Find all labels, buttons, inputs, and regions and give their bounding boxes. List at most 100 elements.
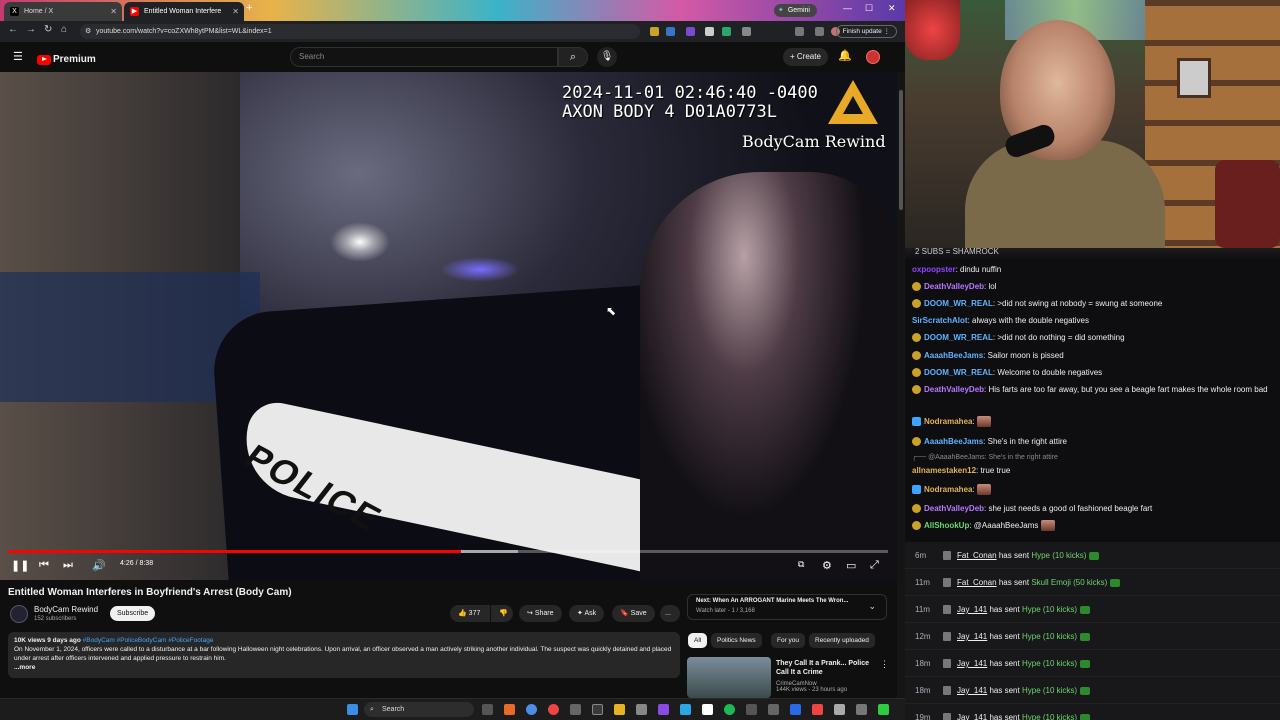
app-icon[interactable] [812, 704, 823, 715]
chat-username[interactable]: allnamestaken12 [912, 466, 976, 475]
chip-politics-news[interactable]: Politics News [711, 633, 762, 648]
pause-icon[interactable]: ❚❚ [11, 559, 29, 572]
create-button[interactable]: + Create [783, 48, 828, 66]
app-icon[interactable] [570, 704, 581, 715]
search-button[interactable]: ⌕ [558, 47, 588, 67]
channel-name[interactable]: BodyCam Rewind [34, 605, 98, 614]
ask-button[interactable]: ✦ Ask [569, 605, 605, 622]
search-input[interactable]: Search [290, 47, 558, 67]
forward-icon[interactable]: → [26, 24, 36, 35]
description-box[interactable]: 10K views 9 days ago #BodyCam #PoliceBod… [8, 632, 680, 678]
event-user[interactable]: Jay_141 [957, 605, 987, 614]
chat-username[interactable]: DeathValleyDeb [924, 504, 984, 513]
app-icon[interactable] [504, 704, 515, 715]
app-icon[interactable] [592, 704, 603, 715]
spotify-icon[interactable] [724, 704, 735, 715]
tab-x[interactable]: X Home / X ✕ [4, 2, 122, 21]
chat-username[interactable]: AllShookUp [924, 521, 969, 530]
app-icon[interactable] [856, 704, 867, 715]
recommended-thumbnail[interactable] [687, 657, 771, 698]
app-icon[interactable] [636, 704, 647, 715]
sidebar-icon[interactable] [815, 27, 824, 36]
volume-icon[interactable]: 🔊 [92, 559, 106, 572]
gemini-button[interactable]: ✦ Gemini [773, 4, 817, 17]
chip-all[interactable]: All [688, 633, 708, 648]
more-actions-button[interactable]: ... [660, 605, 680, 622]
like-button[interactable]: 👍 377 [450, 605, 490, 622]
extension-icon[interactable] [686, 27, 695, 36]
site-info-icon[interactable]: ⚙ [85, 24, 91, 39]
minimize-button[interactable]: — [843, 3, 852, 13]
close-icon[interactable]: ✕ [232, 2, 239, 21]
back-icon[interactable]: ← [8, 24, 18, 35]
subscribe-button[interactable]: Subscribe [110, 606, 156, 621]
progress-bar[interactable] [8, 550, 888, 553]
app-icon[interactable] [702, 704, 713, 715]
event-user[interactable]: Jay_141 [957, 659, 987, 668]
app-icon[interactable] [834, 704, 845, 715]
account-avatar[interactable] [866, 50, 880, 64]
miniplayer-icon[interactable]: ▭ [846, 559, 856, 572]
notifications-bell-icon[interactable]: 🔔 [838, 49, 852, 62]
extension-icon[interactable] [722, 27, 731, 36]
fullscreen-icon[interactable]: ⤢ [870, 559, 879, 572]
new-tab-button[interactable]: + [246, 2, 252, 14]
chat-username[interactable]: DeathValleyDeb [924, 385, 984, 394]
app-icon[interactable] [658, 704, 669, 715]
extension-icon[interactable] [705, 27, 714, 36]
chat-username[interactable]: Nodramahea [924, 485, 972, 494]
captions-icon[interactable]: ⧉ [798, 559, 804, 570]
chevron-down-icon[interactable]: ⌄ [868, 601, 876, 612]
taskbar-search[interactable]: ⌕ Search [364, 702, 474, 717]
next-icon[interactable]: ⏭ [63, 559, 73, 572]
menu-icon[interactable]: ☰ [13, 50, 23, 63]
home-icon[interactable]: ⌂ [61, 24, 67, 35]
chrome-icon[interactable] [526, 704, 537, 715]
app-icon[interactable] [680, 704, 691, 715]
scrollbar-thumb[interactable] [899, 90, 903, 210]
show-more-link[interactable]: ...more [14, 663, 674, 672]
file-explorer-icon[interactable] [614, 704, 625, 715]
finish-update-button[interactable]: Finish update ⋮ [835, 25, 897, 38]
chip-for-you[interactable]: For you [771, 633, 806, 648]
extension-icon[interactable] [666, 27, 675, 36]
app-icon[interactable] [790, 704, 801, 715]
save-button[interactable]: 🔖 Save [612, 605, 655, 622]
chat-username[interactable]: DOOM_WR_REAL [924, 299, 993, 308]
chat-username[interactable]: AaaahBeeJams [924, 437, 983, 446]
event-user[interactable]: Jay_141 [957, 632, 987, 641]
settings-gear-icon[interactable]: ⚙ [822, 559, 832, 572]
event-user[interactable]: Jay_141 [957, 713, 987, 720]
event-user[interactable]: Jay_141 [957, 686, 987, 695]
channel-avatar[interactable] [10, 605, 28, 623]
url-field[interactable]: ⚙ youtube.com/watch?v=coZXWh8ytPM&list=W… [80, 24, 640, 39]
youtube-logo[interactable]: Premium [37, 51, 96, 65]
more-vert-icon[interactable]: ⋮ [880, 659, 889, 670]
chat-username[interactable]: Nodramahea [924, 417, 972, 426]
dislike-button[interactable]: 👎 [491, 605, 513, 622]
reload-icon[interactable]: ↻ [44, 24, 52, 35]
hashtags[interactable]: #BodyCam #PoliceBodyCam #PoliceFootage [83, 637, 214, 644]
chat-username[interactable]: DOOM_WR_REAL [924, 333, 993, 342]
chat-username[interactable]: SirScratchAlot [912, 316, 968, 325]
app-icon[interactable] [548, 704, 559, 715]
close-icon[interactable]: ✕ [110, 2, 117, 21]
windows-start-icon[interactable] [347, 704, 358, 715]
tab-youtube[interactable]: ▶ Entitled Woman Interfere ✕ [124, 2, 244, 21]
chip-recently-uploaded[interactable]: Recently uploaded [809, 633, 875, 648]
chat-username[interactable]: DOOM_WR_REAL [924, 368, 993, 377]
recommended-title[interactable]: They Call It a Prank... Police Call It a… [776, 659, 881, 677]
event-user[interactable]: Fat_Conan [957, 551, 997, 560]
close-window-button[interactable]: ✕ [888, 3, 896, 14]
share-button[interactable]: ↪ Share [519, 605, 562, 622]
event-user[interactable]: Fat_Conan [957, 578, 997, 587]
extension-icon[interactable] [650, 27, 659, 36]
next-up-card[interactable]: Next: When An ARROGANT Marine Meets The … [687, 594, 887, 620]
task-view-icon[interactable] [482, 704, 493, 715]
app-icon[interactable] [878, 704, 889, 715]
voice-search-button[interactable]: 🎙 [597, 47, 617, 67]
app-icon[interactable] [768, 704, 779, 715]
chat-username[interactable]: oxpoopster [912, 265, 956, 274]
maximize-button[interactable]: ☐ [865, 3, 873, 14]
chat-username[interactable]: AaaahBeeJams [924, 351, 983, 360]
